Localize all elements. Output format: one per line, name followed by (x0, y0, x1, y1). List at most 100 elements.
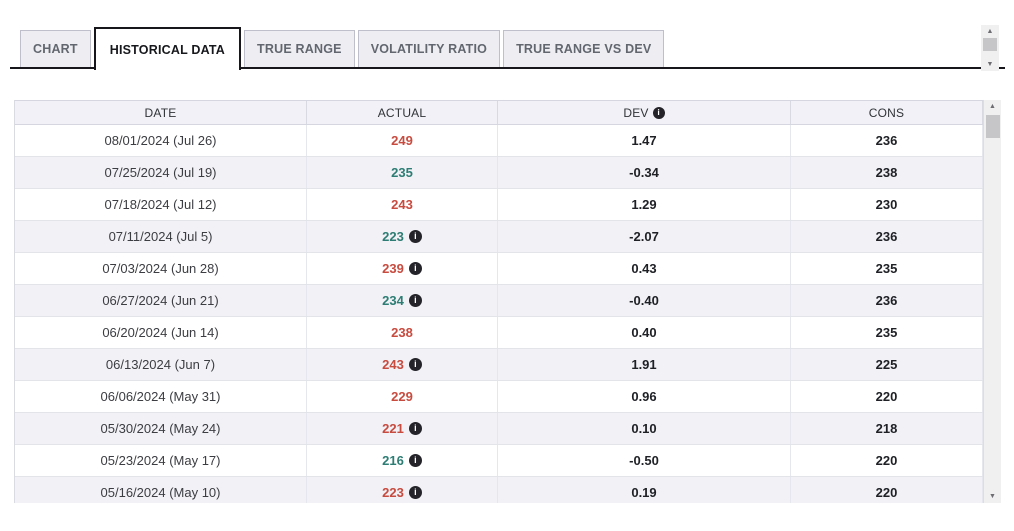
date-cell: 05/23/2024 (May 17) (15, 445, 307, 476)
date-cell: 05/16/2024 (May 10) (15, 477, 307, 503)
tab-volatility-ratio[interactable]: VOLATILITY RATIO (358, 30, 500, 68)
tab-historical-data[interactable]: HISTORICAL DATA (94, 27, 241, 70)
column-header-actual-label: ACTUAL (378, 106, 427, 120)
cons-cell: 225 (791, 349, 983, 380)
cons-cell: 236 (791, 125, 983, 156)
tab-chart[interactable]: CHART (20, 30, 91, 68)
info-icon[interactable]: i (409, 422, 422, 435)
dev-cell: 0.43 (498, 253, 791, 284)
actual-cell: 238 (307, 317, 498, 348)
table-row: 05/16/2024 (May 10) 223 i 0.19 220 (15, 477, 983, 503)
date-cell: 08/01/2024 (Jul 26) (15, 125, 307, 156)
tab-list: CHART HISTORICAL DATA TRUE RANGE VOLATIL… (20, 0, 664, 70)
table-row: 07/11/2024 (Jul 5) 223 i -2.07 236 (15, 221, 983, 253)
table-scrollbar-thumb[interactable] (986, 115, 1000, 138)
actual-cell: 243 (307, 189, 498, 220)
info-icon[interactable]: i (409, 454, 422, 467)
actual-value: 249 (391, 133, 413, 148)
actual-value: 221 (382, 421, 404, 436)
dev-cell: -2.07 (498, 221, 791, 252)
actual-value: 234 (382, 293, 404, 308)
actual-value: 216 (382, 453, 404, 468)
dev-cell: 1.47 (498, 125, 791, 156)
dev-cell: 0.96 (498, 381, 791, 412)
column-header-dev: DEV i (498, 101, 791, 124)
actual-value: 239 (382, 261, 404, 276)
actual-cell: 223 i (307, 477, 498, 503)
cons-cell: 218 (791, 413, 983, 444)
dev-cell: -0.50 (498, 445, 791, 476)
dev-info-icon[interactable]: i (653, 107, 665, 119)
actual-cell: 216 i (307, 445, 498, 476)
table-scrollbar[interactable]: ▲ ▼ (983, 100, 1001, 503)
actual-value: 223 (382, 229, 404, 244)
date-cell: 06/13/2024 (Jun 7) (15, 349, 307, 380)
actual-value: 243 (382, 357, 404, 372)
table-row: 06/06/2024 (May 31) 229 0.96 220 (15, 381, 983, 413)
actual-cell: 239 i (307, 253, 498, 284)
actual-value: 235 (391, 165, 413, 180)
info-icon[interactable]: i (409, 230, 422, 243)
dev-cell: -0.34 (498, 157, 791, 188)
table-row: 05/23/2024 (May 17) 216 i -0.50 220 (15, 445, 983, 477)
date-cell: 07/11/2024 (Jul 5) (15, 221, 307, 252)
cons-cell: 235 (791, 317, 983, 348)
actual-value: 229 (391, 389, 413, 404)
dev-cell: -0.40 (498, 285, 791, 316)
tab-true-range-vs-dev[interactable]: TRUE RANGE VS DEV (503, 30, 664, 68)
date-cell: 07/25/2024 (Jul 19) (15, 157, 307, 188)
info-icon[interactable]: i (409, 262, 422, 275)
actual-cell: 223 i (307, 221, 498, 252)
dev-cell: 0.10 (498, 413, 791, 444)
actual-cell: 243 i (307, 349, 498, 380)
column-header-date-label: DATE (145, 106, 177, 120)
tab-true-range[interactable]: TRUE RANGE (244, 30, 355, 68)
table-row: 06/27/2024 (Jun 21) 234 i -0.40 236 (15, 285, 983, 317)
table-header-row: DATE ACTUAL DEV i CONS (15, 100, 983, 125)
actual-cell: 249 (307, 125, 498, 156)
cons-cell: 230 (791, 189, 983, 220)
column-header-dev-label: DEV (623, 106, 648, 120)
cons-cell: 220 (791, 445, 983, 476)
tabstrip-scrollbar-thumb[interactable] (983, 38, 997, 51)
tabstrip-scrollbar[interactable]: ▲ ▼ (981, 25, 999, 71)
table-row: 05/30/2024 (May 24) 221 i 0.10 218 (15, 413, 983, 445)
actual-cell: 229 (307, 381, 498, 412)
dev-cell: 1.91 (498, 349, 791, 380)
historical-data-table: DATE ACTUAL DEV i CONS 08/01/2024 (Jul 2… (14, 100, 1001, 503)
actual-cell: 221 i (307, 413, 498, 444)
table-row: 08/01/2024 (Jul 26) 249 1.47 236 (15, 125, 983, 157)
actual-cell: 234 i (307, 285, 498, 316)
scroll-up-icon[interactable]: ▲ (981, 25, 999, 38)
cons-cell: 220 (791, 477, 983, 503)
info-icon[interactable]: i (409, 358, 422, 371)
date-cell: 07/18/2024 (Jul 12) (15, 189, 307, 220)
actual-cell: 235 (307, 157, 498, 188)
table-row: 07/18/2024 (Jul 12) 243 1.29 230 (15, 189, 983, 221)
info-icon[interactable]: i (409, 486, 422, 499)
cons-cell: 235 (791, 253, 983, 284)
dev-cell: 0.19 (498, 477, 791, 503)
column-header-cons: CONS (791, 101, 983, 124)
scroll-down-icon[interactable]: ▼ (984, 490, 1001, 503)
date-cell: 07/03/2024 (Jun 28) (15, 253, 307, 284)
table-row: 07/03/2024 (Jun 28) 239 i 0.43 235 (15, 253, 983, 285)
table-row: 06/13/2024 (Jun 7) 243 i 1.91 225 (15, 349, 983, 381)
cons-cell: 236 (791, 285, 983, 316)
info-icon[interactable]: i (409, 294, 422, 307)
actual-value: 223 (382, 485, 404, 500)
scroll-up-icon[interactable]: ▲ (984, 100, 1001, 113)
table-row: 06/20/2024 (Jun 14) 238 0.40 235 (15, 317, 983, 349)
tab-strip: CHART HISTORICAL DATA TRUE RANGE VOLATIL… (0, 0, 1014, 70)
column-header-actual: ACTUAL (307, 101, 498, 124)
actual-value: 238 (391, 325, 413, 340)
table-grid: DATE ACTUAL DEV i CONS 08/01/2024 (Jul 2… (14, 100, 983, 503)
cons-cell: 220 (791, 381, 983, 412)
dev-cell: 0.40 (498, 317, 791, 348)
date-cell: 06/27/2024 (Jun 21) (15, 285, 307, 316)
column-header-cons-label: CONS (869, 106, 904, 120)
scroll-down-icon[interactable]: ▼ (981, 58, 999, 71)
date-cell: 06/20/2024 (Jun 14) (15, 317, 307, 348)
cons-cell: 236 (791, 221, 983, 252)
table-body: 08/01/2024 (Jul 26) 249 1.47 236 07/25/2… (15, 125, 983, 503)
